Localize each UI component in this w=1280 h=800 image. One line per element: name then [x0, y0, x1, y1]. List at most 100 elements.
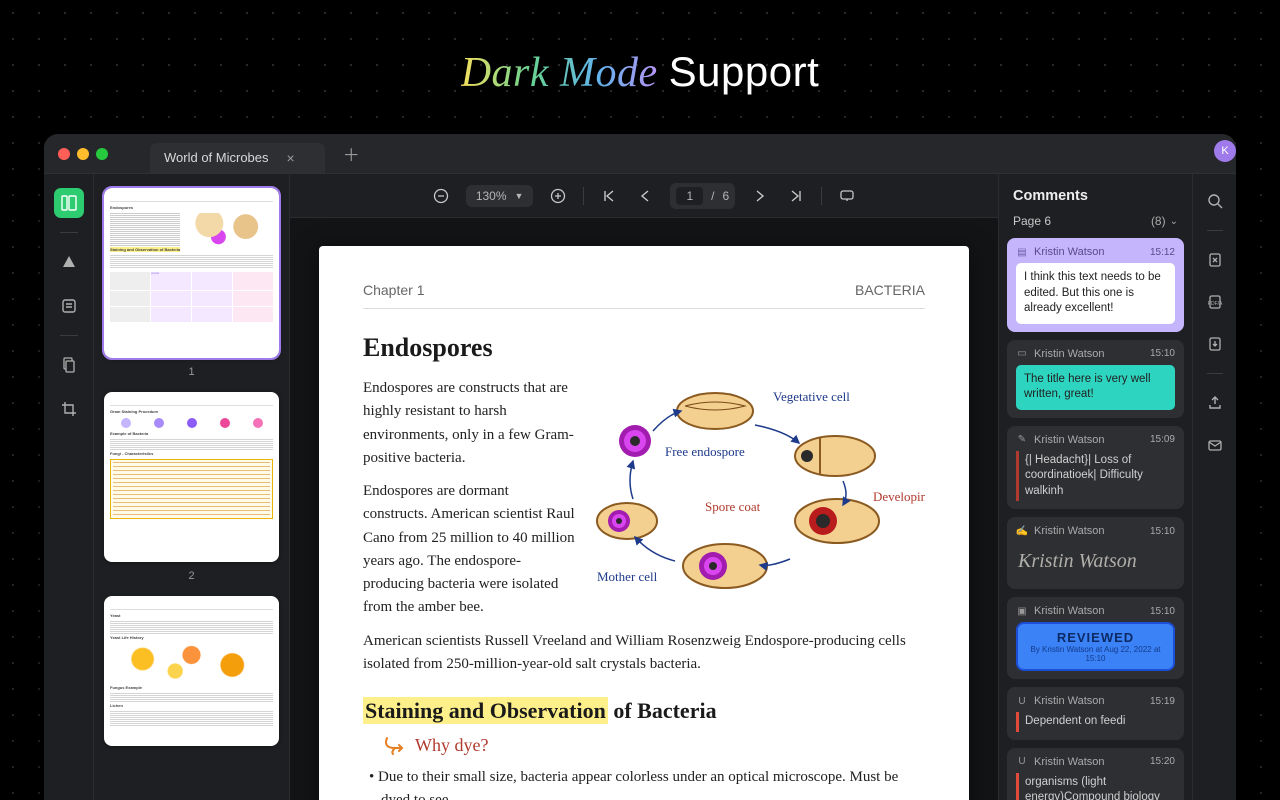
comment-author: Kristin Watson [1034, 605, 1105, 617]
rail-separator [1207, 373, 1223, 374]
chevron-down-icon[interactable]: ⌄ [1170, 216, 1178, 227]
headline-darkmode: Dark Mode [461, 50, 658, 96]
last-page-button[interactable] [785, 185, 807, 207]
comment-body: Kristin Watson [1016, 542, 1175, 581]
comment-item[interactable]: ✎ Kristin Watson 15:09 {| Headacht}| Los… [1007, 426, 1184, 510]
comment-item[interactable]: ▭ Kristin Watson 15:10 The title here is… [1007, 340, 1184, 418]
rail-separator [60, 335, 78, 336]
rail-separator [1207, 230, 1223, 231]
first-page-button[interactable] [598, 185, 620, 207]
comment-time: 15:20 [1150, 756, 1175, 767]
mail-button[interactable] [1202, 432, 1228, 458]
zoom-out-button[interactable] [430, 185, 452, 207]
thumbnail-number: 2 [104, 570, 279, 582]
svg-text:PDF/A: PDF/A [1207, 301, 1222, 307]
comment-author: Kristin Watson [1034, 695, 1105, 707]
page-separator: / [711, 189, 714, 203]
edit-tool-button[interactable] [54, 291, 84, 321]
new-tab-button[interactable]: ＋ [333, 141, 370, 166]
comment-time: 15:10 [1150, 606, 1175, 617]
underline-icon: U [1016, 756, 1028, 768]
comments-panel: Comments Page 6 (8) ⌄ ▤ Kristin Watson 1… [998, 174, 1192, 800]
comment-body: I think this text needs to be edited. Bu… [1016, 263, 1175, 324]
user-avatar[interactable]: K [1214, 140, 1236, 162]
diagram-label: Mother cell [597, 569, 658, 584]
current-page-input[interactable]: 1 [676, 187, 703, 205]
note-icon: ▤ [1016, 246, 1028, 258]
comment-time: 15:10 [1150, 348, 1175, 359]
heading-staining: Staining and Observation of Bacteria [363, 698, 925, 724]
pdfa-button[interactable]: PDF/A [1202, 289, 1228, 315]
left-tool-rail [44, 174, 94, 800]
next-page-button[interactable] [749, 185, 771, 207]
underline-icon: U [1016, 695, 1028, 707]
convert-button[interactable] [1202, 247, 1228, 273]
right-tool-rail: PDF/A [1192, 174, 1236, 800]
para-3: American scientists Russell Vreeland and… [363, 630, 925, 677]
comment-item[interactable]: ✍ Kristin Watson 15:10 Kristin Watson [1007, 517, 1184, 589]
comments-count: (8) [1151, 214, 1166, 228]
comments-page-label: Page 6 [1013, 214, 1051, 228]
highlight-icon: ▭ [1016, 348, 1028, 360]
page-thumbnail-2[interactable]: Gram Staining Procedure Example of Bacte… [104, 392, 279, 562]
annotation-text: Why dye? [415, 735, 488, 756]
annotate-tool-button[interactable] [54, 247, 84, 277]
diagram-label: Developing spore coat [873, 489, 925, 504]
comment-time: 15:10 [1150, 526, 1175, 537]
window-controls [58, 148, 108, 160]
comment-item[interactable]: ▤ Kristin Watson 15:12 I think this text… [1007, 238, 1184, 332]
comment-body: {| Headacht}| Loss of coordinatioek| Dif… [1016, 451, 1175, 502]
zoom-level-select[interactable]: 130% ▼ [466, 185, 534, 207]
total-pages: 6 [722, 189, 729, 203]
comments-list[interactable]: ▤ Kristin Watson 15:12 I think this text… [999, 238, 1192, 800]
comment-item[interactable]: ▣ Kristin Watson 15:10 REVIEWED By Krist… [1007, 597, 1184, 679]
stamp-text: REVIEWED [1022, 630, 1169, 645]
maximize-window-button[interactable] [96, 148, 108, 160]
review-stamp: REVIEWED By Kristin Watson at Aug 22, 20… [1016, 622, 1175, 671]
zoom-value: 130% [476, 189, 507, 203]
prev-page-button[interactable] [634, 185, 656, 207]
crop-tool-button[interactable] [54, 394, 84, 424]
comment-item[interactable]: U Kristin Watson 15:19 Dependent on feed… [1007, 687, 1184, 740]
rail-separator [60, 232, 78, 233]
page-thumbnail-1[interactable]: Endospores Staining and Observation of B… [104, 188, 279, 358]
stamp-sub: By Kristin Watson at Aug 22, 2022 at 15:… [1022, 645, 1169, 663]
comment-time: 15:19 [1150, 696, 1175, 707]
handwritten-annotation: Why dye? [383, 734, 925, 756]
comment-body: The title here is very well written, gre… [1016, 365, 1175, 410]
minimize-window-button[interactable] [77, 148, 89, 160]
document-page: Chapter 1 BACTERIA Endospores .hand{font… [319, 246, 969, 800]
thumbnail-panel: Endospores Staining and Observation of B… [94, 174, 290, 800]
stamp-icon: ▣ [1016, 605, 1028, 617]
comment-author: Kristin Watson [1034, 348, 1105, 360]
close-tab-button[interactable]: × [287, 150, 295, 166]
titlebar: World of Microbes × ＋ [44, 134, 1236, 174]
presentation-button[interactable] [836, 185, 858, 207]
document-tab[interactable]: World of Microbes × [150, 143, 325, 173]
comment-author: Kristin Watson [1034, 525, 1105, 537]
page-thumbnail-3[interactable]: Yeast Yeast Life History Fungus Example … [104, 596, 279, 746]
close-window-button[interactable] [58, 148, 70, 160]
zoom-in-button[interactable] [547, 185, 569, 207]
headline-support: Support [669, 48, 820, 95]
promo-headline: Dark Mode Support [0, 48, 1280, 97]
comments-title: Comments [999, 174, 1192, 214]
chapter-label: Chapter 1 [363, 282, 424, 298]
document-viewport[interactable]: Chapter 1 BACTERIA Endospores .hand{font… [290, 218, 998, 800]
comment-body: Dependent on feedi [1016, 712, 1175, 732]
thumbnail-number: 1 [104, 366, 279, 378]
endospore-diagram: .hand{font-family:"Segoe Script","Brush … [585, 381, 925, 611]
comment-time: 15:12 [1150, 247, 1175, 258]
page-indicator: 1 / 6 [670, 183, 735, 209]
thumbnails-panel-button[interactable] [54, 188, 84, 218]
app-window: World of Microbes × ＋ [44, 134, 1236, 800]
diagram-label: Spore coat [705, 499, 761, 514]
comment-item[interactable]: U Kristin Watson 15:20 organisms (light … [1007, 748, 1184, 800]
toolbar-separator [583, 187, 584, 205]
tab-title: World of Microbes [164, 150, 269, 165]
search-button[interactable] [1202, 188, 1228, 214]
pages-tool-button[interactable] [54, 350, 84, 380]
bullet-1: • Due to their small size, bacteria appe… [363, 766, 925, 800]
export-button[interactable] [1202, 331, 1228, 357]
share-button[interactable] [1202, 390, 1228, 416]
